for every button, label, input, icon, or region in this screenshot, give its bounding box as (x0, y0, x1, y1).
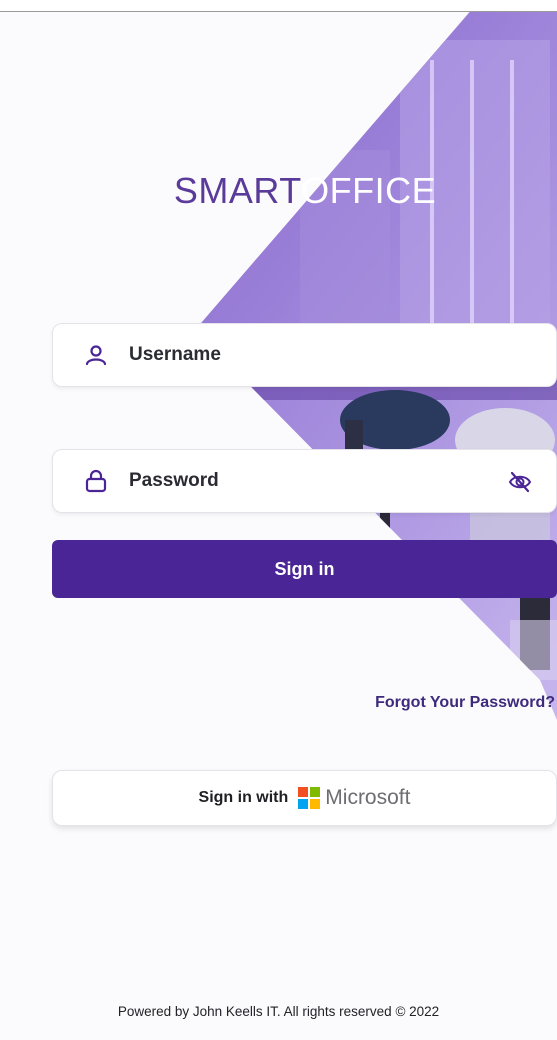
footer-copyright: Powered by John Keells IT. All rights re… (117, 1004, 440, 1019)
sign-in-button[interactable]: Sign in (52, 540, 557, 598)
login-screen: SMARTOFFICE Username Password Sign in Fo… (0, 0, 557, 1040)
forgot-password-link[interactable]: Forgot Your Password? (375, 694, 555, 712)
status-bar-divider (0, 0, 557, 12)
smartoffice-logo: SMARTOFFICE (173, 170, 437, 211)
eye-off-icon[interactable] (504, 466, 536, 498)
microsoft-sign-in-button[interactable]: Sign in with Microsoft (52, 770, 557, 826)
password-placeholder: Password (129, 470, 219, 491)
username-placeholder: Username (129, 344, 221, 365)
password-field[interactable]: Password (52, 449, 557, 513)
microsoft-logo-icon (298, 787, 321, 809)
ms-sign-in-prefix: Sign in with (198, 789, 289, 806)
lock-icon (79, 464, 113, 498)
user-icon (79, 338, 113, 372)
username-field[interactable]: Username (52, 323, 557, 387)
microsoft-wordmark: Microsoft (325, 786, 411, 809)
